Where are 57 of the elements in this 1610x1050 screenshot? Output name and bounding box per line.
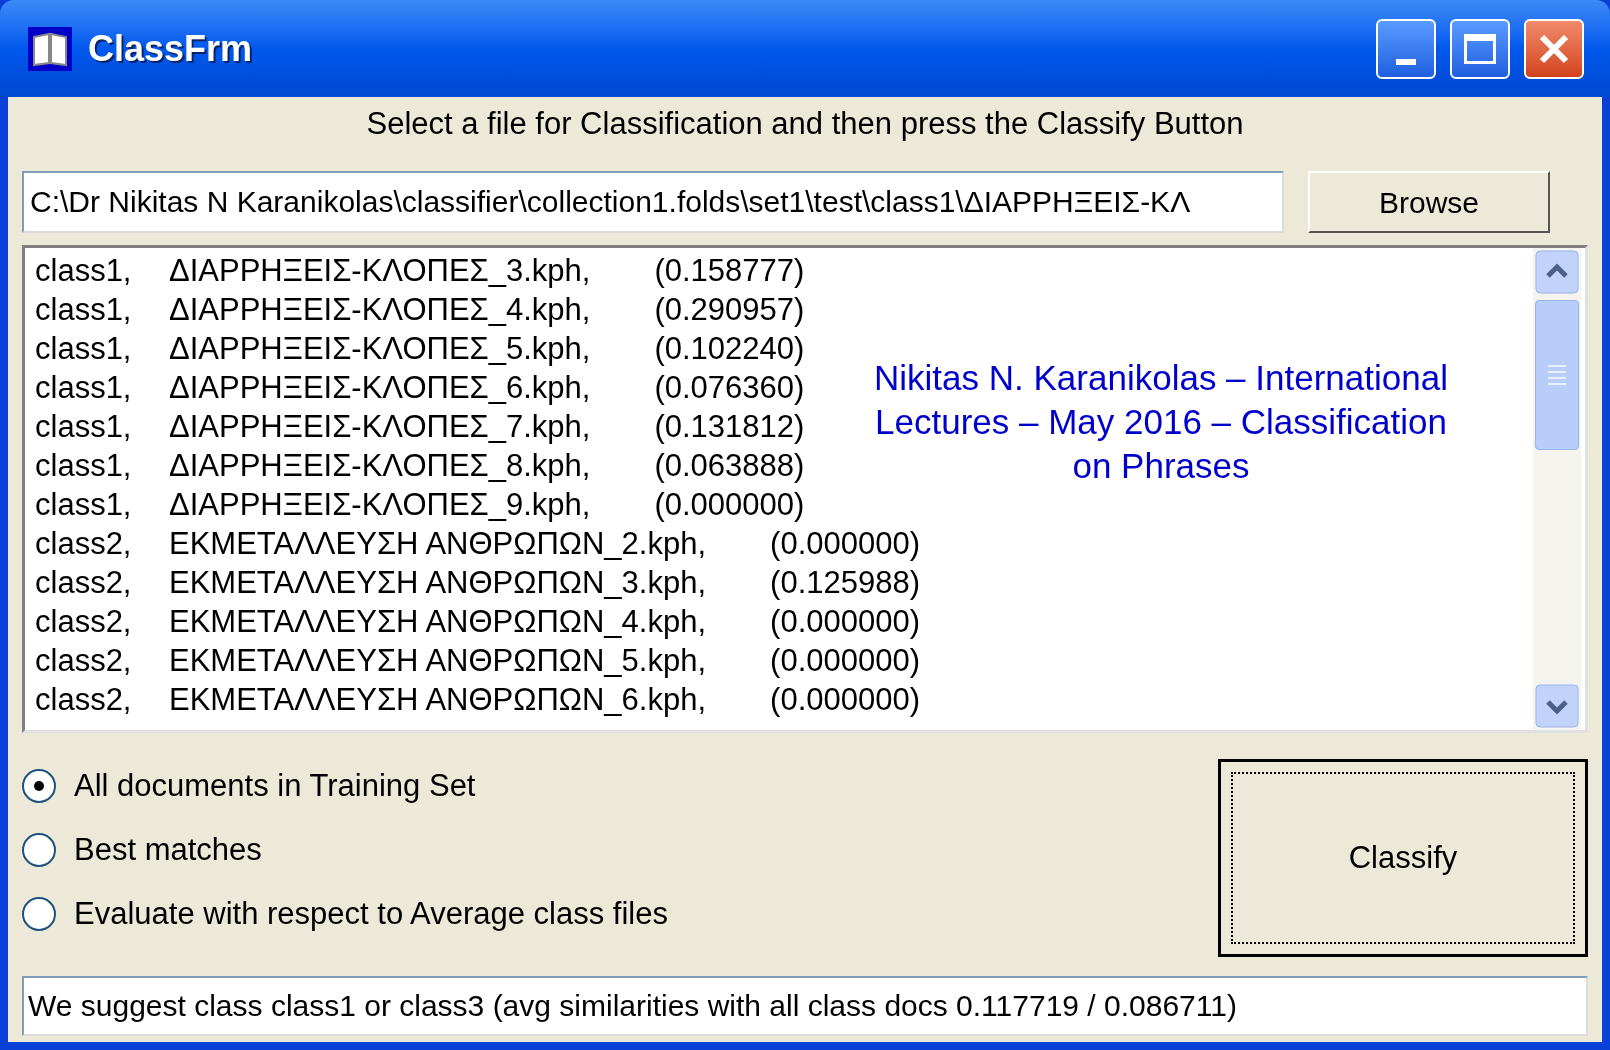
scrollbar[interactable] bbox=[1533, 248, 1581, 730]
list-cell-text: ΔΙΑΡΡΗΞΕΙΣ-ΚΛΟΠΕΣ_4.kph, bbox=[169, 291, 591, 330]
list-cell-text: ΕΚΜΕΤΑΛΛΕΥΣΗ ΑΝΘΡΩΠΩΝ_6.kph, bbox=[169, 681, 707, 720]
classify-button[interactable]: Classify bbox=[1218, 759, 1588, 957]
book-icon bbox=[26, 24, 74, 73]
list-cell-text: ΔΙΑΡΡΗΞΕΙΣ-ΚΛΟΠΕΣ_9.kph, bbox=[169, 486, 591, 525]
list-cell-text: (0.000000) bbox=[770, 525, 920, 564]
list-cell-text: (0.076360) bbox=[654, 369, 805, 408]
list-cell-text: class2, bbox=[35, 603, 133, 642]
list-cell-text: ΕΚΜΕΤΑΛΛΕΥΣΗ ΑΝΘΡΩΠΩΝ_4.kph, bbox=[169, 603, 707, 642]
list-cell-text: (0.000000) bbox=[770, 603, 920, 642]
list-cell-text: (0.063888) bbox=[654, 447, 805, 486]
list-cell-text: class1, bbox=[35, 369, 133, 408]
list-cell-text: class2, bbox=[35, 564, 133, 603]
list-cell-text: class1, bbox=[35, 330, 133, 369]
list-cell-text: class1, bbox=[35, 291, 133, 330]
close-button[interactable] bbox=[1524, 18, 1584, 79]
caption-text: Nikitas N. Karanikolas – International Lectures – May 2016 – Classification on Phrases bbox=[873, 357, 1449, 487]
radio-button[interactable] bbox=[22, 897, 56, 931]
list-cell-text: class2, bbox=[35, 642, 133, 681]
radio-option[interactable]: Best matches bbox=[22, 829, 1218, 871]
list-cell-text: ΕΚΜΕΤΑΛΛΕΥΣΗ ΑΝΘΡΩΠΩΝ_5.kph, bbox=[169, 642, 707, 681]
list-cell-text: ΔΙΑΡΡΗΞΕΙΣ-ΚΛΟΠΕΣ_8.kph, bbox=[169, 447, 591, 486]
list-cell-text: (0.131812) bbox=[654, 408, 805, 447]
list-cell-text: ΕΚΜΕΤΑΛΛΕΥΣΗ ΑΝΘΡΩΠΩΝ_3.kph, bbox=[169, 564, 707, 603]
file-path-field[interactable]: C:\Dr Nikitas N Karanikolas\classifier\collection1.folds\set1\test\class1\ΔΙΑΡΡΗΞΕΙΣ-ΚΛ bbox=[22, 171, 1284, 233]
list-cell-text: (0.000000) bbox=[770, 681, 920, 720]
list-cell-text: class1, bbox=[35, 486, 133, 525]
browse-button[interactable]: Browse bbox=[1308, 171, 1550, 233]
list-cell-text: (0.290957) bbox=[654, 291, 805, 330]
radio-option[interactable]: Evaluate with respect to Average class files bbox=[22, 893, 1218, 935]
window-title: ClassFrm bbox=[88, 26, 253, 71]
list-cell-text: class1, bbox=[35, 408, 133, 447]
list-cell-text: ΔΙΑΡΡΗΞΕΙΣ-ΚΛΟΠΕΣ_6.kph, bbox=[169, 369, 591, 408]
list-cell-text: ΔΙΑΡΡΗΞΕΙΣ-ΚΛΟΠΕΣ_7.kph, bbox=[169, 408, 591, 447]
list-cell-text: (0.158777) bbox=[654, 252, 805, 291]
list-cell-text: class2, bbox=[35, 525, 133, 564]
minimize-button[interactable] bbox=[1376, 18, 1436, 79]
instruction-text: Select a file for Classification and then press the Classify Button bbox=[365, 105, 1245, 143]
list-cell-text: ΕΚΜΕΤΑΛΛΕΥΣΗ ΑΝΘΡΩΠΩΝ_2.kph, bbox=[169, 525, 707, 564]
scroll-thumb[interactable] bbox=[1535, 300, 1579, 450]
radio-button[interactable] bbox=[22, 833, 56, 867]
scroll-up-icon[interactable] bbox=[1535, 250, 1579, 294]
list-cell-text: class1, bbox=[35, 447, 133, 486]
list-cell-text: ΔΙΑΡΡΗΞΕΙΣ-ΚΛΟΠΕΣ_5.kph, bbox=[169, 330, 591, 369]
radio-option[interactable]: All documents in Training Set bbox=[22, 765, 1218, 807]
list-cell-text: class2, bbox=[35, 681, 133, 720]
radio-button[interactable] bbox=[22, 769, 56, 803]
list-cell-text: (0.102240) bbox=[654, 330, 805, 369]
list-cell-text: ΔΙΑΡΡΗΞΕΙΣ-ΚΛΟΠΕΣ_3.kph, bbox=[169, 252, 591, 291]
status-field[interactable]: We suggest class class1 or class3 (avg similarities with all class docs 0.117719 / 0.086711) bbox=[22, 976, 1588, 1036]
scroll-down-icon[interactable] bbox=[1535, 684, 1579, 728]
list-cell-text: class1, bbox=[35, 252, 133, 291]
list-cell-text: (0.000000) bbox=[770, 642, 920, 681]
list-cell-text: (0.000000) bbox=[654, 486, 805, 525]
maximize-button[interactable] bbox=[1450, 18, 1510, 79]
list-cell-text: (0.125988) bbox=[770, 564, 920, 603]
